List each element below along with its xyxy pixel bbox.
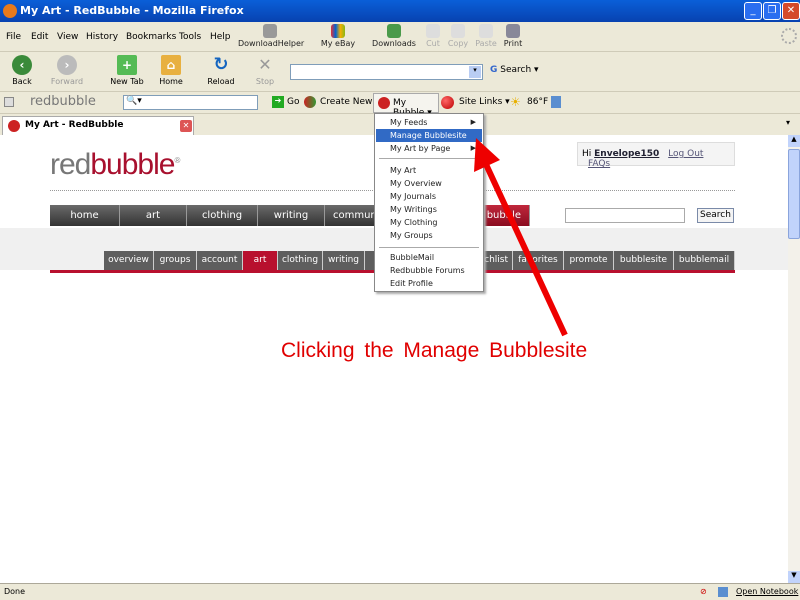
scroll-down-icon[interactable]: ▼	[788, 571, 800, 583]
blocked-icon[interactable]: ⊘	[700, 587, 707, 596]
scroll-thumb[interactable]	[788, 149, 800, 239]
annotation-arrow	[474, 138, 568, 337]
vertical-scrollbar[interactable]: ▲ ▼	[788, 135, 800, 583]
scroll-up-icon[interactable]: ▲	[788, 135, 800, 147]
arrow-shaft	[481, 158, 568, 337]
status-bar: Done ⊘ Open Notebook	[0, 583, 800, 600]
annotation-text: Clicking the Manage Bubblesite	[281, 339, 588, 362]
notebook-icon	[718, 587, 728, 597]
status-text: Done	[4, 587, 26, 596]
open-notebook-link[interactable]: Open Notebook	[736, 587, 798, 596]
